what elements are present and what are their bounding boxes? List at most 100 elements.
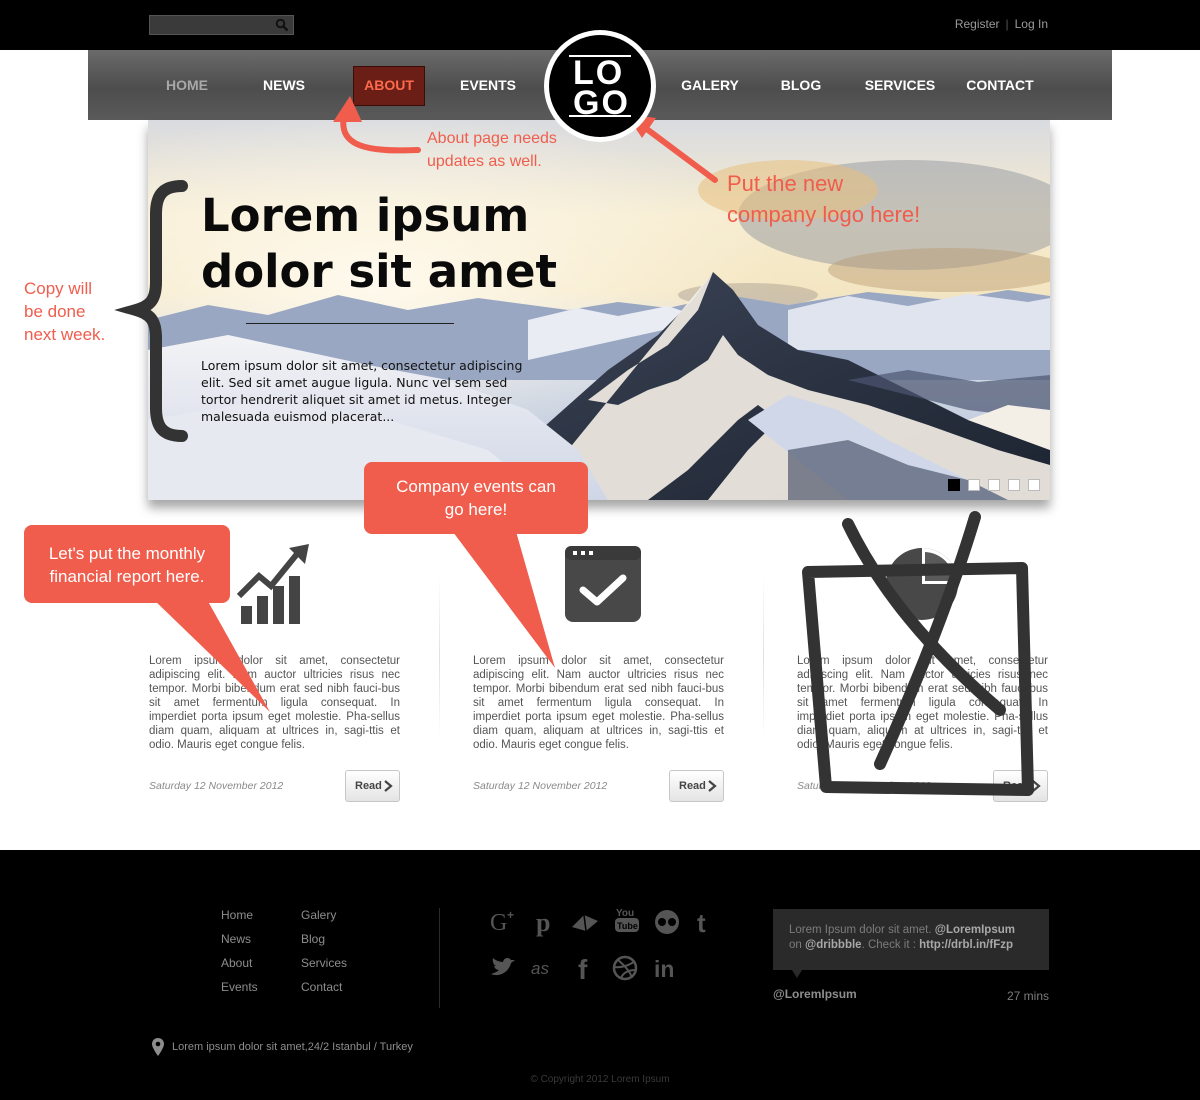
feature-text: Lorem ipsum dolor sit amet, consectetur … [149,655,400,751]
annotation-logo-note: Put the new company logo here! [727,168,920,230]
svg-text:t: t [697,908,706,937]
read-button[interactable]: Read [669,770,724,802]
nav-item-about[interactable]: ABOUT [353,50,425,120]
tweet-link[interactable]: http://drbl.in/fFzp [919,939,1013,951]
twitter-icon[interactable] [488,953,518,983]
svg-text:G: G [490,910,507,936]
svg-text:in: in [654,956,674,982]
nav-item-home[interactable]: HOME [154,50,220,120]
tweet-text: Lorem Ipsum dolor sit amet. [789,924,932,936]
address-text: Lorem ipsum dolor sit amet,24/2 Istanbul… [172,1041,413,1053]
annotation-events-bubble: Company events can go here! [364,462,588,534]
annotation-report-bubble: Let's put the monthly financial report h… [24,525,230,603]
search-box [149,15,294,35]
login-link[interactable]: Log In [1015,17,1048,31]
slider-pagination [948,479,1040,491]
flickr-icon[interactable] [652,907,682,937]
search-input[interactable] [150,17,270,35]
tweet-text: . Check it : [861,939,916,951]
pie-chart-icon [886,548,958,620]
annotation-line: Put the new [727,171,844,196]
nav-item-blog[interactable]: BLOG [778,50,824,120]
footer-link-events[interactable]: Events [221,980,258,1004]
nav-item-contact[interactable]: CONTACT [964,50,1036,120]
tweet-box: Lorem Ipsum dolor sit amet. @LoremIpsum … [773,909,1049,970]
site-logo[interactable]: LO GO [544,30,656,142]
footer-divider [439,908,440,1008]
bubble-line: financial report here. [49,567,205,586]
footer-link-contact[interactable]: Contact [301,980,347,1004]
slider-dot-5[interactable] [1028,479,1040,491]
calendar-check-icon [565,546,641,622]
feature-date: Saturday 12 November 2012 [149,780,284,792]
logo-badge: LO GO [549,35,651,137]
svg-text:You: You [616,908,634,919]
chevron-right-icon [708,780,717,792]
footer: Home News About Events Galery Blog Servi… [0,850,1200,1100]
annotation-line: Copy will [24,279,93,298]
footer-link-services[interactable]: Services [301,956,347,980]
slider-dot-3[interactable] [988,479,1000,491]
bubble-line: Let's put the monthly [48,544,206,563]
register-link[interactable]: Register [955,17,1000,31]
footer-link-about[interactable]: About [221,956,258,980]
nav-item-events[interactable]: EVENTS [454,50,522,120]
search-icon[interactable] [275,18,289,32]
footer-link-news[interactable]: News [221,932,258,956]
facebook-icon[interactable]: f [570,953,600,983]
copyright: © Copyright 2012 Lorem Ipsum [530,1074,670,1085]
chevron-right-icon [1032,780,1041,792]
tweet-time: 27 mins [1006,989,1049,1003]
footer-link-galery[interactable]: Galery [301,908,347,932]
dribbble-icon[interactable] [610,953,640,983]
column-divider [763,575,764,740]
pinterest-icon[interactable]: p [530,907,560,937]
nav-item-news[interactable]: NEWS [254,50,314,120]
youtube-icon[interactable]: You Tube [612,905,642,935]
delicious-icon[interactable] [570,907,600,937]
chevron-right-icon [384,780,393,792]
tumblr-icon[interactable]: t [690,907,720,937]
lastfm-icon[interactable]: as [530,953,560,983]
footer-link-blog[interactable]: Blog [301,932,347,956]
linkedin-icon[interactable]: in [652,953,682,983]
footer-link-home[interactable]: Home [221,908,258,932]
slider-dot-4[interactable] [1008,479,1020,491]
hero-divider [246,323,454,324]
column-divider [439,575,440,740]
svg-text:p: p [536,908,550,937]
hero-title: Lorem ipsum dolor sit amet [201,189,558,298]
annotation-line: updates as well. [427,153,542,170]
hero-text: Lorem ipsum dolor sit amet, consectetur … [201,358,523,424]
tweet-text: on [789,939,802,951]
account-links: Register | Log In [955,17,1048,31]
read-button[interactable]: Read [993,770,1048,802]
feature-date: Saturday 12 November 2012 [797,780,932,792]
nav-item-galery[interactable]: GALERY [676,50,744,120]
annotation-line: be done [24,302,86,321]
logo-frame: LO GO [569,55,631,122]
svg-text:f: f [578,954,588,983]
link-separator: | [1005,17,1009,31]
tweet-mention[interactable]: @dribbble [805,939,862,951]
read-button[interactable]: Read [345,770,400,802]
slider-dot-2[interactable] [968,479,980,491]
tweet-handle[interactable]: @LoremIpsum [773,987,857,1001]
bubble-line: Company events can [396,477,556,496]
slider-dot-1[interactable] [948,479,960,491]
google-plus-icon[interactable]: G + [488,907,518,937]
annotation-about-note: About page needs updates as well. [427,127,557,173]
annotation-line: About page needs [427,130,557,147]
svg-text:as: as [531,959,549,978]
feature-date: Saturday 12 November 2012 [473,780,608,792]
annotation-copy-note: Copy will be done next week. [24,277,105,346]
feature-text: Lorem ipsum dolor sit amet, consectetur … [797,655,1048,751]
bubble-line: go here! [444,500,508,519]
tweet-tail [792,970,802,978]
growth-chart-icon [237,544,309,624]
tweet-mention[interactable]: @LoremIpsum [935,924,1015,936]
svg-text:+: + [507,908,514,922]
annotation-line: next week. [24,325,106,344]
nav-item-services[interactable]: SERVICES [863,50,937,120]
logo-text-line2: GO [573,84,630,122]
